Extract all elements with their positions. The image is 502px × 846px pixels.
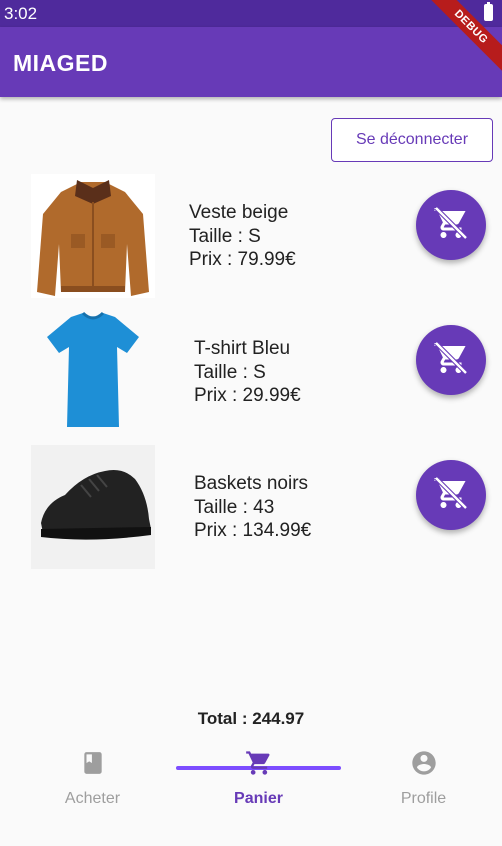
remove-shopping-cart-icon [433, 205, 469, 246]
item-price: Prix : 29.99€ [194, 385, 301, 406]
nav-label: Profile [400, 790, 447, 807]
product-image-sneaker [31, 445, 155, 569]
logout-button[interactable]: Se déconnecter [331, 118, 493, 162]
item-name: Baskets noirs [194, 473, 309, 494]
app-title: MIAGED [13, 50, 108, 76]
book-icon [78, 748, 108, 778]
status-time: 3:02 [4, 4, 38, 23]
item-size: Taille : S [194, 361, 266, 383]
cart-item: T-shirt Bleu Taille : S Prix : 29.99€ [0, 307, 502, 437]
cart-item: Veste beige Taille : S Prix : 79.99€ [0, 172, 502, 302]
remove-shopping-cart-icon [433, 340, 469, 381]
app-bar: MIAGED [0, 27, 502, 97]
bottom-navigation: Acheter Panier Profile [0, 740, 502, 846]
remove-from-cart-button[interactable] [416, 325, 486, 395]
item-info: T-shirt Bleu Taille : S Prix : 29.99€ [194, 337, 301, 408]
remove-from-cart-button[interactable] [416, 190, 486, 260]
nav-item-acheter[interactable]: Acheter [9, 740, 176, 820]
status-bar: 3:02 [0, 0, 502, 27]
battery-icon [484, 2, 493, 21]
cart-total: Total : 244.97 [197, 709, 305, 728]
item-size: Taille : 43 [194, 496, 275, 518]
remove-from-cart-button[interactable] [416, 460, 486, 530]
product-image-tshirt [31, 309, 155, 433]
remove-shopping-cart-icon [433, 475, 469, 516]
nav-label: Panier [234, 790, 283, 807]
item-info: Baskets noirs Taille : 43 Prix : 134.99€ [194, 472, 311, 543]
item-name: T-shirt Bleu [194, 338, 291, 359]
product-image-jacket [31, 174, 155, 298]
cart-item: Baskets noirs Taille : 43 Prix : 134.99€ [0, 442, 502, 572]
item-name: Veste beige [189, 202, 289, 223]
item-price: Prix : 79.99€ [189, 249, 296, 270]
nav-item-panier[interactable]: Panier [175, 740, 342, 820]
shopping-cart-icon [244, 748, 274, 778]
item-price: Prix : 134.99€ [194, 520, 312, 541]
account-circle-icon [409, 748, 439, 778]
item-size: Taille : S [189, 225, 261, 247]
nav-label: Acheter [64, 790, 121, 807]
item-info: Veste beige Taille : S Prix : 79.99€ [189, 201, 296, 272]
nav-item-profile[interactable]: Profile [340, 740, 502, 820]
